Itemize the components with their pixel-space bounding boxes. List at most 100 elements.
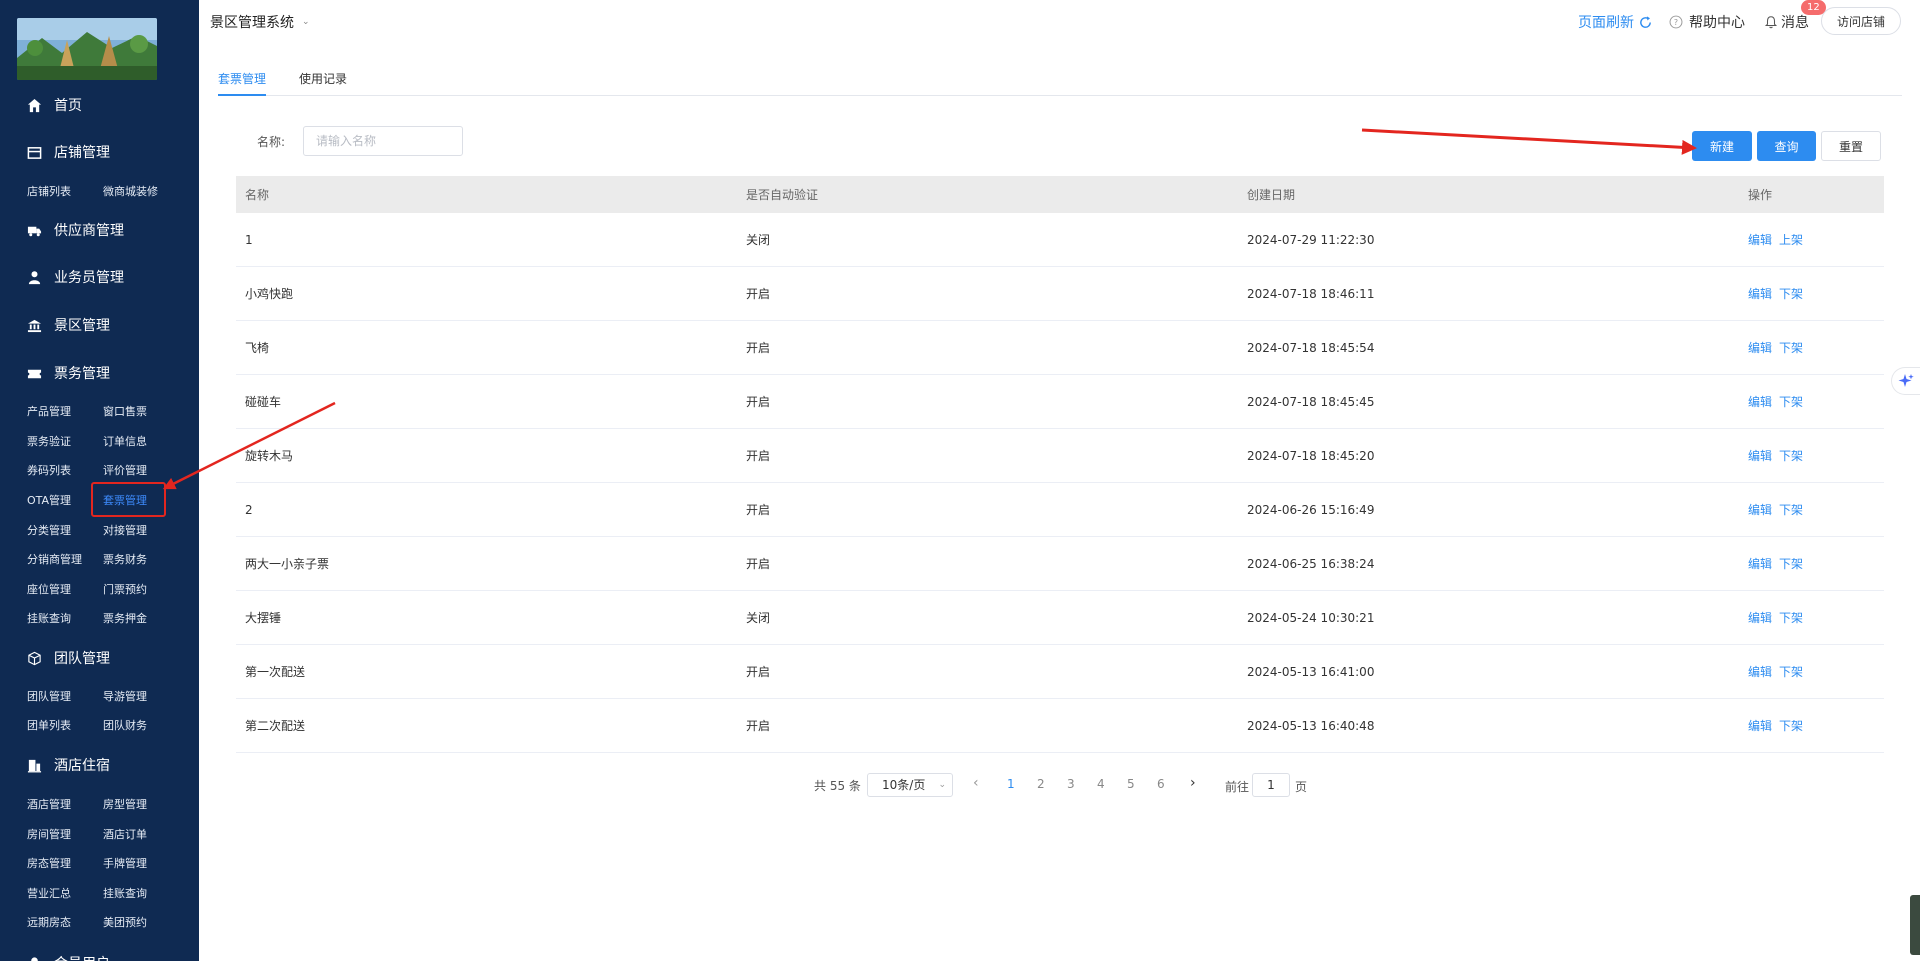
sidebar-item-store-list[interactable]: 店铺列表 — [27, 183, 71, 201]
edit-link[interactable]: 编辑 — [1748, 231, 1772, 248]
menu-salesman[interactable]: 业务员管理 — [26, 262, 124, 292]
side-widget-strip[interactable] — [1910, 895, 1920, 955]
sidebar-item-group-orders[interactable]: 团单列表 — [27, 717, 71, 735]
edit-link[interactable]: 编辑 — [1748, 555, 1772, 572]
sidebar-item-ticket-finance[interactable]: 票务财务 — [103, 551, 147, 569]
sidebar-item-meituan-booking[interactable]: 美团预约 — [103, 914, 147, 932]
table-row: 2 开启 2024-06-26 15:16:49 编辑 下架 — [236, 483, 1884, 537]
sidebar-item-ticket-booking[interactable]: 门票预约 — [103, 581, 147, 599]
table-row: 小鸡快跑 开启 2024-07-18 18:46:11 编辑 下架 — [236, 267, 1884, 321]
page-size-select[interactable]: 10条/页 ⌄ — [867, 773, 953, 797]
sidebar-item-ticket-deposit[interactable]: 票务押金 — [103, 610, 147, 628]
column-header-created-date: 创建日期 — [1247, 188, 1296, 202]
tab-package-ticket[interactable]: 套票管理 — [218, 70, 267, 96]
sidebar-item-room-status[interactable]: 房态管理 — [27, 855, 71, 873]
sidebar-item-window-sale[interactable]: 窗口售票 — [103, 403, 147, 421]
shelf-toggle-link[interactable]: 下架 — [1779, 717, 1803, 734]
shelf-toggle-link[interactable]: 下架 — [1779, 393, 1803, 410]
sidebar-item-room-manage[interactable]: 房间管理 — [27, 826, 71, 844]
edit-link[interactable]: 编辑 — [1748, 501, 1772, 518]
name-search-input[interactable] — [303, 126, 463, 156]
menu-team[interactable]: 团队管理 — [26, 643, 110, 673]
cell-created-date: 2024-07-18 18:45:45 — [1247, 394, 1375, 409]
edit-link[interactable]: 编辑 — [1748, 717, 1772, 734]
sidebar-item-wristband[interactable]: 手牌管理 — [103, 855, 147, 873]
cell-actions: 编辑 上架 — [1748, 213, 1810, 266]
cell-name: 旋转木马 — [245, 449, 294, 463]
cell-actions: 编辑 下架 — [1748, 645, 1810, 698]
page-number[interactable]: 6 — [1157, 777, 1165, 791]
cell-actions: 编辑 下架 — [1748, 375, 1810, 428]
menu-home[interactable]: 首页 — [26, 90, 82, 120]
goto-page-input[interactable]: 1 — [1252, 773, 1290, 797]
edit-link[interactable]: 编辑 — [1748, 393, 1772, 410]
page-number[interactable]: 5 — [1127, 777, 1135, 791]
messages-button[interactable]: 消息 — [1764, 10, 1809, 34]
cell-auto-verify: 开启 — [746, 719, 771, 733]
next-page-icon[interactable]: › — [1190, 775, 1196, 791]
cell-created-date: 2024-05-24 10:30:21 — [1247, 610, 1375, 625]
sidebar-item-team-manage[interactable]: 团队管理 — [27, 688, 71, 706]
cell-name: 第一次配送 — [245, 665, 306, 679]
sparkle-icon — [1898, 373, 1914, 389]
edit-link[interactable]: 编辑 — [1748, 447, 1772, 464]
sidebar-item-hotel-credit[interactable]: 挂账查询 — [103, 885, 147, 903]
edit-link[interactable]: 编辑 — [1748, 339, 1772, 356]
sidebar-item-product[interactable]: 产品管理 — [27, 403, 71, 421]
menu-scenic[interactable]: 景区管理 — [26, 310, 110, 340]
shelf-toggle-link[interactable]: 下架 — [1779, 555, 1803, 572]
sidebar-item-distributor[interactable]: 分销商管理 — [27, 551, 82, 569]
page-number[interactable]: 1 — [1007, 777, 1015, 791]
shelf-toggle-link[interactable]: 下架 — [1779, 663, 1803, 680]
cell-name: 第二次配送 — [245, 719, 306, 733]
tab-usage-records[interactable]: 使用记录 — [299, 70, 347, 96]
edit-link[interactable]: 编辑 — [1748, 609, 1772, 626]
ai-assistant-float-button[interactable] — [1891, 367, 1920, 395]
sidebar-item-credit-query[interactable]: 挂账查询 — [27, 610, 71, 628]
shelf-toggle-link[interactable]: 上架 — [1779, 231, 1803, 248]
menu-supplier[interactable]: 供应商管理 — [26, 215, 124, 245]
sidebar-item-team-finance[interactable]: 团队财务 — [103, 717, 147, 735]
cell-created-date: 2024-06-25 16:38:24 — [1247, 556, 1375, 571]
menu-member[interactable]: 会员用户 — [26, 948, 110, 961]
sidebar-item-hotel-orders[interactable]: 酒店订单 — [103, 826, 147, 844]
cell-actions: 编辑 下架 — [1748, 537, 1810, 590]
shelf-toggle-link[interactable]: 下架 — [1779, 447, 1803, 464]
edit-link[interactable]: 编辑 — [1748, 663, 1772, 680]
sidebar-item-voucher-list[interactable]: 券码列表 — [27, 462, 71, 480]
sidebar-item-category[interactable]: 分类管理 — [27, 522, 71, 540]
sidebar-item-future-room-status[interactable]: 远期房态 — [27, 914, 71, 932]
shelf-toggle-link[interactable]: 下架 — [1779, 609, 1803, 626]
help-center-link[interactable]: ? 帮助中心 — [1669, 10, 1745, 34]
page-number[interactable]: 2 — [1037, 777, 1045, 791]
sidebar-item-hotel-manage[interactable]: 酒店管理 — [27, 796, 71, 814]
page-refresh-button[interactable]: 页面刷新 — [1578, 10, 1653, 34]
sidebar-item-order-info[interactable]: 订单信息 — [103, 433, 147, 451]
sidebar-item-mall-decoration[interactable]: 微商城装修 — [103, 183, 158, 201]
sidebar-item-guide[interactable]: 导游管理 — [103, 688, 147, 706]
shelf-toggle-link[interactable]: 下架 — [1779, 501, 1803, 518]
sidebar-item-ticket-verify[interactable]: 票务验证 — [27, 433, 71, 451]
page-number[interactable]: 3 — [1067, 777, 1075, 791]
sidebar-item-seat[interactable]: 座位管理 — [27, 581, 71, 599]
query-button[interactable]: 查询 — [1757, 131, 1816, 161]
table-row: 两大一小亲子票 开启 2024-06-25 16:38:24 编辑 下架 — [236, 537, 1884, 591]
prev-page-icon[interactable]: ‹ — [973, 775, 979, 791]
menu-store[interactable]: 店铺管理 — [26, 137, 110, 167]
system-switcher[interactable]: 景区管理系统 ⌄ — [210, 12, 310, 32]
visit-store-button[interactable]: 访问店铺 — [1821, 7, 1901, 35]
sidebar-item-review[interactable]: 评价管理 — [103, 462, 147, 480]
cell-created-date: 2024-06-26 15:16:49 — [1247, 502, 1375, 517]
page-number[interactable]: 4 — [1097, 777, 1105, 791]
new-button[interactable]: 新建 — [1692, 131, 1752, 161]
store-icon — [26, 144, 42, 160]
sidebar-item-room-type[interactable]: 房型管理 — [103, 796, 147, 814]
sidebar-item-integration[interactable]: 对接管理 — [103, 522, 147, 540]
shelf-toggle-link[interactable]: 下架 — [1779, 285, 1803, 302]
shelf-toggle-link[interactable]: 下架 — [1779, 339, 1803, 356]
reset-button[interactable]: 重置 — [1821, 131, 1881, 161]
sidebar-item-ota[interactable]: OTA管理 — [27, 492, 71, 510]
edit-link[interactable]: 编辑 — [1748, 285, 1772, 302]
menu-ticket[interactable]: 票务管理 — [26, 358, 110, 388]
sidebar-item-business-summary[interactable]: 营业汇总 — [27, 885, 71, 903]
